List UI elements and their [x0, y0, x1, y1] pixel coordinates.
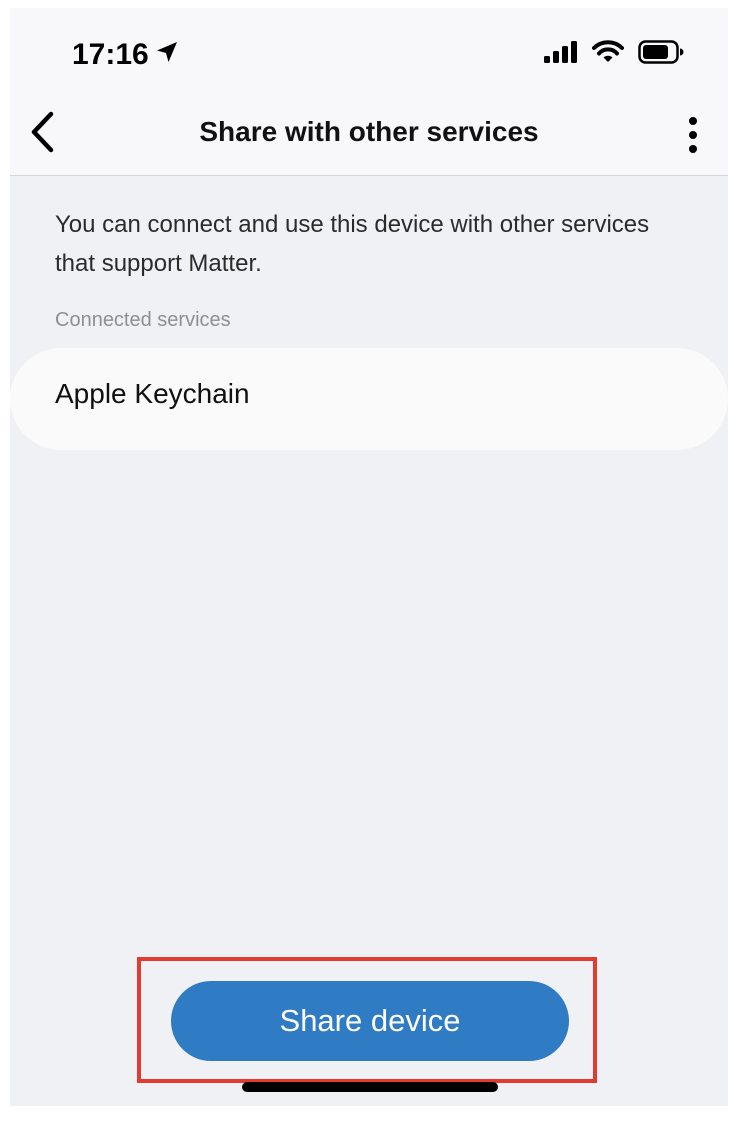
back-button[interactable] — [22, 108, 62, 160]
description-text: You can connect and use this device with… — [55, 211, 650, 277]
home-indicator — [242, 1082, 498, 1092]
status-icons — [544, 40, 684, 69]
phone-screen: 17:16 Share with other services You can … — [10, 8, 728, 1106]
top-bar: 17:16 Share with other services — [10, 8, 728, 176]
status-bar-time: 17:16 — [72, 38, 179, 72]
more-vertical-icon — [688, 116, 698, 158]
battery-icon — [638, 40, 684, 69]
service-name: Apple Keychain — [55, 378, 250, 409]
more-options-button[interactable] — [678, 112, 708, 162]
page-title: Share with other services — [199, 116, 539, 147]
cellular-signal-icon — [544, 41, 578, 68]
service-item-apple-keychain[interactable]: Apple Keychain — [10, 348, 728, 450]
time-text: 17:16 — [72, 38, 149, 71]
share-device-button[interactable]: Share device — [171, 981, 569, 1061]
location-arrow-icon — [155, 38, 179, 72]
chevron-left-icon — [29, 111, 55, 158]
connected-services-label: Connected services — [55, 309, 231, 331]
wifi-icon — [592, 40, 624, 69]
